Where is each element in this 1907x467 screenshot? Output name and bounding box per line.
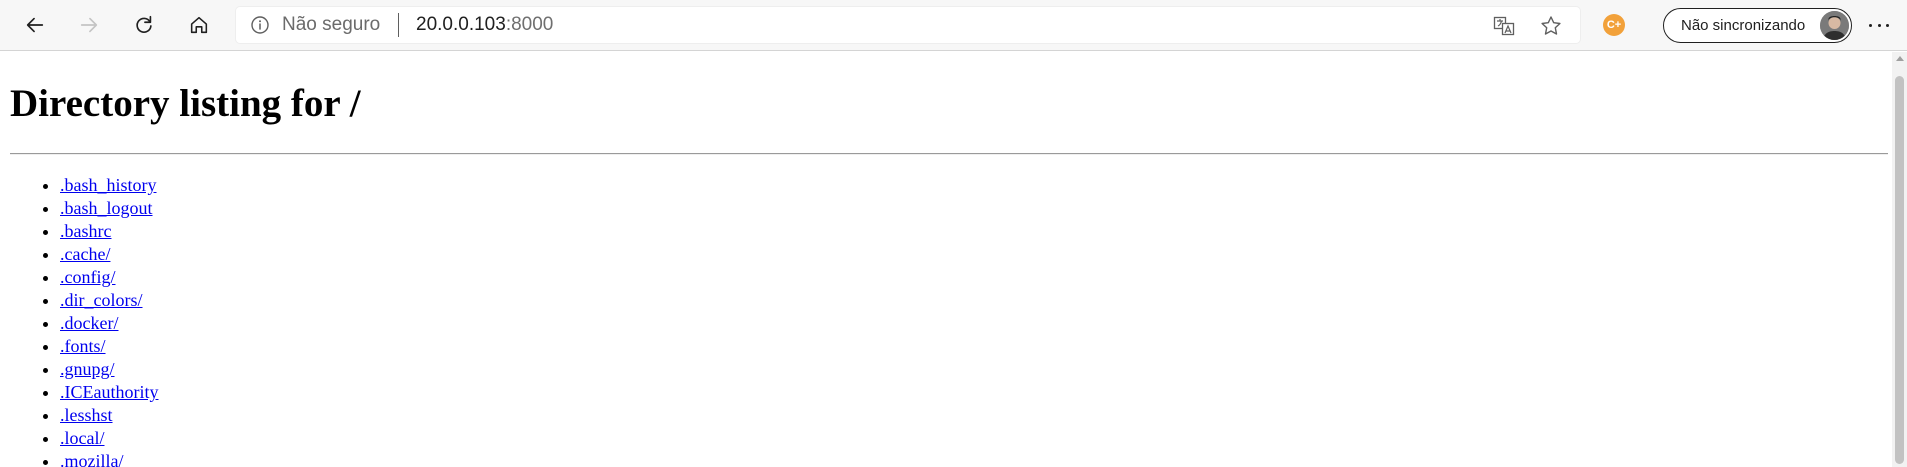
file-link[interactable]: .mozilla/ — [60, 451, 123, 467]
browser-toolbar: Não seguro 20.0.0.103:8000 C+ Não sincro… — [0, 0, 1907, 51]
more-dot-icon — [1877, 23, 1881, 27]
address-bar[interactable]: Não seguro 20.0.0.103:8000 — [236, 7, 1580, 43]
list-item: .dir_colors/ — [60, 289, 158, 312]
arrow-left-icon — [26, 17, 44, 33]
page-title: Directory listing for / — [10, 82, 361, 125]
list-item: .docker/ — [60, 312, 158, 335]
refresh-button[interactable] — [125, 6, 163, 44]
file-link[interactable]: .gnupg/ — [60, 359, 115, 379]
security-status[interactable]: Não seguro — [282, 15, 380, 35]
extension-icon[interactable]: C+ — [1603, 14, 1625, 36]
favorite-star-icon[interactable] — [1539, 14, 1563, 38]
scrollbar-thumb[interactable] — [1895, 76, 1904, 464]
user-photo-icon — [1820, 11, 1849, 40]
file-link[interactable]: .lesshst — [60, 405, 113, 425]
scroll-up-icon[interactable] — [1896, 56, 1904, 61]
file-link[interactable]: .config/ — [60, 267, 116, 287]
profile-button[interactable]: Não sincronizando — [1663, 8, 1852, 43]
list-item: .bash_logout — [60, 197, 158, 220]
page-content: Directory listing for / .bash_history.ba… — [0, 52, 1892, 467]
file-link[interactable]: .bashrc — [60, 221, 111, 241]
file-link[interactable]: .dir_colors/ — [60, 290, 143, 310]
list-item: .mozilla/ — [60, 450, 158, 467]
file-link[interactable]: .local/ — [60, 428, 104, 448]
list-item: .cache/ — [60, 243, 158, 266]
file-link[interactable]: .cache/ — [60, 244, 110, 264]
omnibox-separator — [398, 13, 399, 37]
file-link[interactable]: .docker/ — [60, 313, 118, 333]
back-button[interactable] — [16, 6, 54, 44]
avatar — [1820, 11, 1849, 40]
url-host: 20.0.0.103 — [416, 14, 506, 35]
refresh-icon — [136, 15, 152, 33]
translate-icon[interactable] — [1493, 15, 1515, 37]
home-button[interactable] — [180, 6, 218, 44]
info-icon[interactable] — [250, 15, 270, 35]
list-item: .gnupg/ — [60, 358, 158, 381]
arrow-right-icon — [80, 17, 98, 33]
file-link[interactable]: .ICEauthority — [60, 382, 158, 402]
list-item: .ICEauthority — [60, 381, 158, 404]
sync-status-label: Não sincronizando — [1681, 17, 1806, 34]
url-text[interactable]: 20.0.0.103:8000 — [416, 15, 553, 35]
more-menu-button[interactable] — [1866, 13, 1892, 37]
file-link[interactable]: .bash_history — [60, 175, 157, 195]
more-dot-icon — [1869, 23, 1872, 27]
list-item: .bashrc — [60, 220, 158, 243]
list-item: .local/ — [60, 427, 158, 450]
more-dot-icon — [1886, 23, 1889, 27]
home-icon — [190, 16, 208, 34]
file-link[interactable]: .fonts/ — [60, 336, 106, 356]
forward-button[interactable] — [70, 6, 108, 44]
divider — [10, 153, 1888, 155]
list-item: .bash_history — [60, 174, 158, 197]
url-port: :8000 — [505, 14, 554, 35]
vertical-scrollbar[interactable] — [1892, 52, 1907, 467]
list-item: .lesshst — [60, 404, 158, 427]
list-item: .fonts/ — [60, 335, 158, 358]
file-link[interactable]: .bash_logout — [60, 198, 153, 218]
list-item: .config/ — [60, 266, 158, 289]
file-list: .bash_history .bash_logout .bashrc .cache/.… — [0, 174, 158, 467]
